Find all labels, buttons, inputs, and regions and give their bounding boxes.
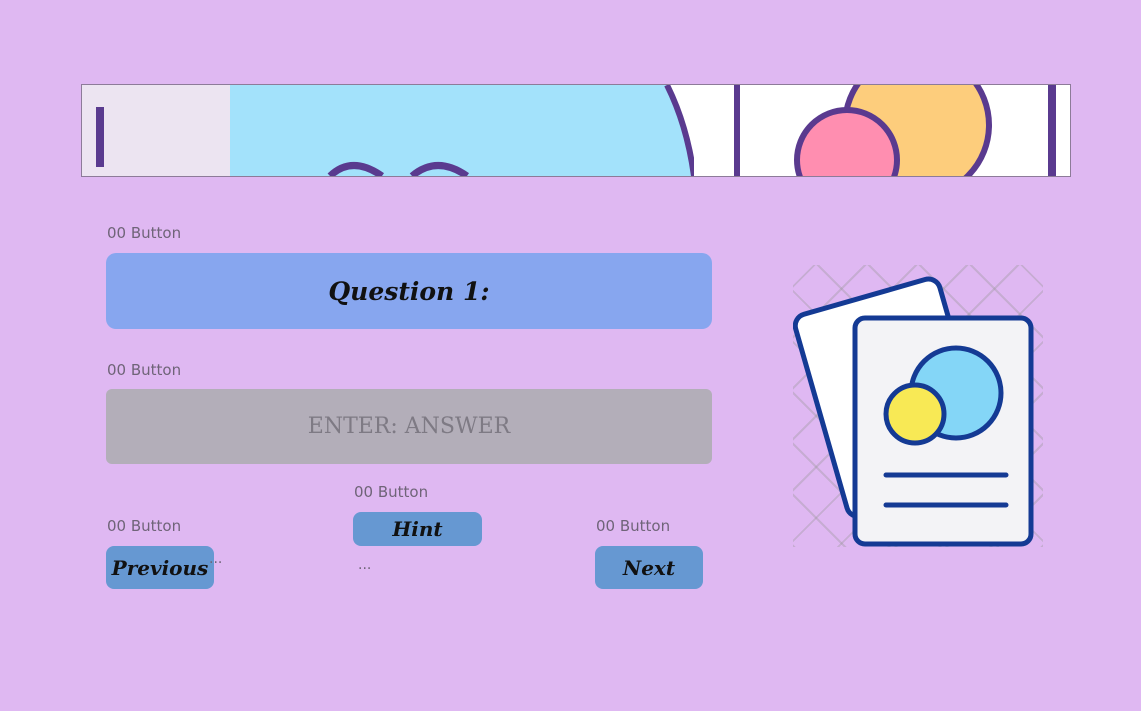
previous-button[interactable]: Previous xyxy=(106,546,214,589)
illustration-panel xyxy=(792,265,1043,547)
question-caption: 00 Button xyxy=(107,224,182,242)
document-cards-icon xyxy=(792,276,1034,547)
next-label: Next xyxy=(622,555,676,580)
header-decoration-icon xyxy=(82,85,1070,176)
previous-caption: 00 Button xyxy=(107,517,182,535)
hint-label: Hint xyxy=(392,517,443,541)
previous-dots: ... xyxy=(209,551,223,567)
hint-dots: ... xyxy=(358,557,372,573)
next-button[interactable]: Next xyxy=(595,546,703,589)
next-caption: 00 Button xyxy=(596,517,671,535)
hint-button[interactable]: Hint xyxy=(353,512,482,546)
question-label: Question 1: xyxy=(328,276,490,306)
answer-input[interactable] xyxy=(106,388,712,465)
previous-label: Previous xyxy=(111,555,209,580)
answer-field-container xyxy=(106,388,712,465)
question-button[interactable]: Question 1: xyxy=(106,253,712,329)
answer-caption: 00 Button xyxy=(107,361,182,379)
header-banner xyxy=(81,84,1071,177)
hint-caption: 00 Button xyxy=(354,483,429,501)
